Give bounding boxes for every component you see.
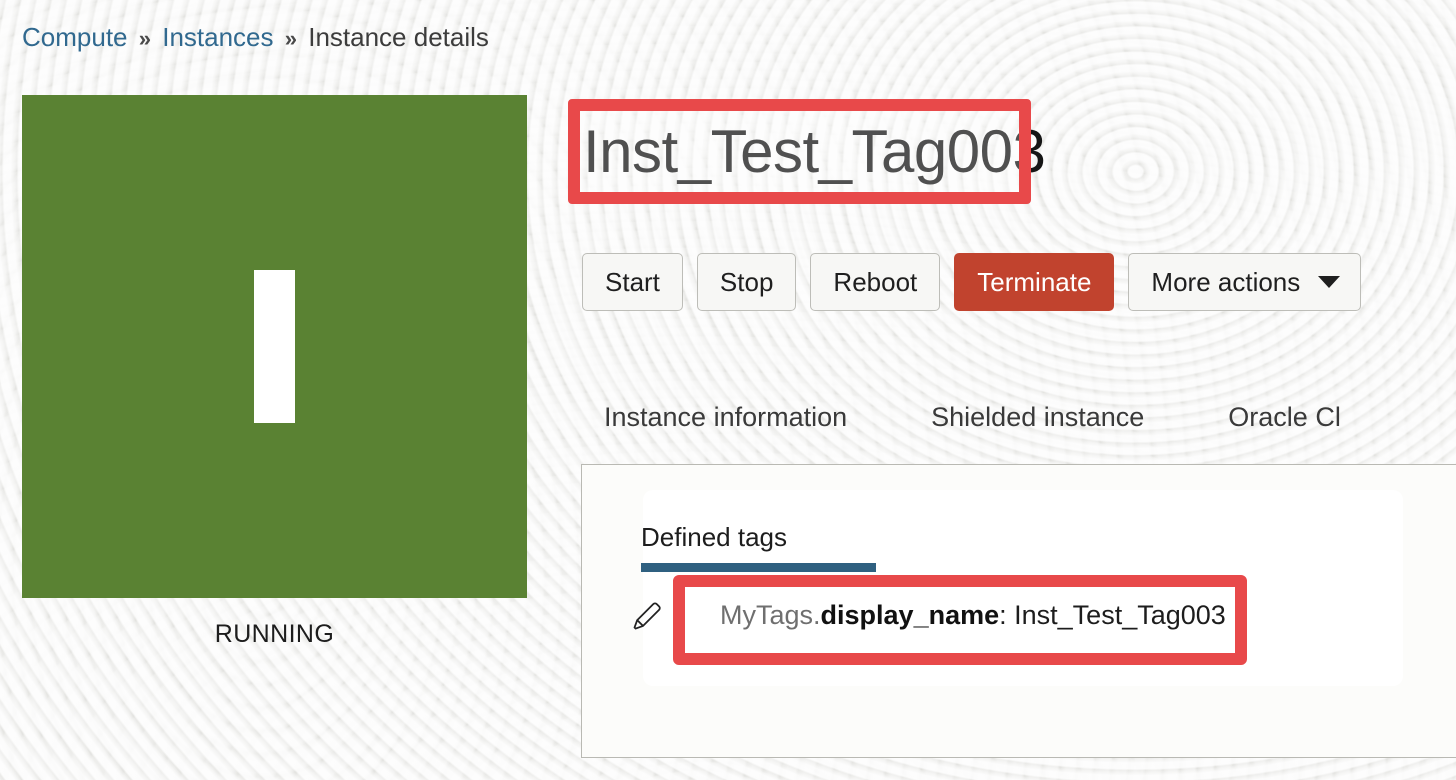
instance-state-label: RUNNING	[214, 620, 335, 648]
power-bar-icon	[254, 270, 295, 423]
tab-shielded-instance[interactable]: Shielded instance	[931, 400, 1144, 442]
defined-tag-row: MyTags.display_name: Inst_Test_Tag003	[630, 598, 1226, 632]
tab-instance-information[interactable]: Instance information	[604, 400, 847, 442]
breadcrumb-item-compute[interactable]: Compute	[22, 22, 128, 52]
subtab-selected-underline	[641, 563, 876, 572]
pencil-icon[interactable]	[630, 598, 664, 632]
more-actions-button[interactable]: More actions	[1128, 253, 1362, 311]
tags-subtab-group: Defined tags	[641, 520, 881, 572]
instance-state-icon-tile	[22, 95, 527, 598]
tag-namespace: MyTags.	[720, 600, 821, 630]
breadcrumb-separator: »	[284, 26, 297, 51]
breadcrumb-item-instances[interactable]: Instances	[162, 22, 273, 52]
title-highlight-annotation	[568, 99, 1031, 204]
subtab-defined-tags[interactable]: Defined tags	[641, 520, 787, 554]
breadcrumb: Compute » Instances » Instance details	[22, 20, 489, 56]
breadcrumb-item-instance-details: Instance details	[308, 22, 489, 52]
reboot-button[interactable]: Reboot	[810, 253, 941, 311]
defined-tag-text: MyTags.display_name: Inst_Test_Tag003	[720, 598, 1226, 632]
chevron-down-icon	[1318, 276, 1341, 288]
tag-key: display_name	[820, 600, 1000, 630]
start-button[interactable]: Start	[582, 253, 683, 311]
detail-tabs: Instance information Shielded instance O…	[604, 400, 1341, 442]
breadcrumb-separator: »	[138, 26, 151, 51]
tag-separator: :	[999, 600, 1015, 630]
tag-value: Inst_Test_Tag003	[1014, 600, 1226, 630]
terminate-button[interactable]: Terminate	[954, 253, 1115, 311]
more-actions-label: More actions	[1151, 266, 1301, 297]
tab-oracle-cloud-agent[interactable]: Oracle Cl	[1228, 400, 1341, 442]
instance-action-bar: Start Stop Reboot Terminate More actions	[582, 253, 1362, 311]
instance-status-tile: RUNNING	[22, 95, 527, 649]
stop-button[interactable]: Stop	[696, 253, 797, 311]
